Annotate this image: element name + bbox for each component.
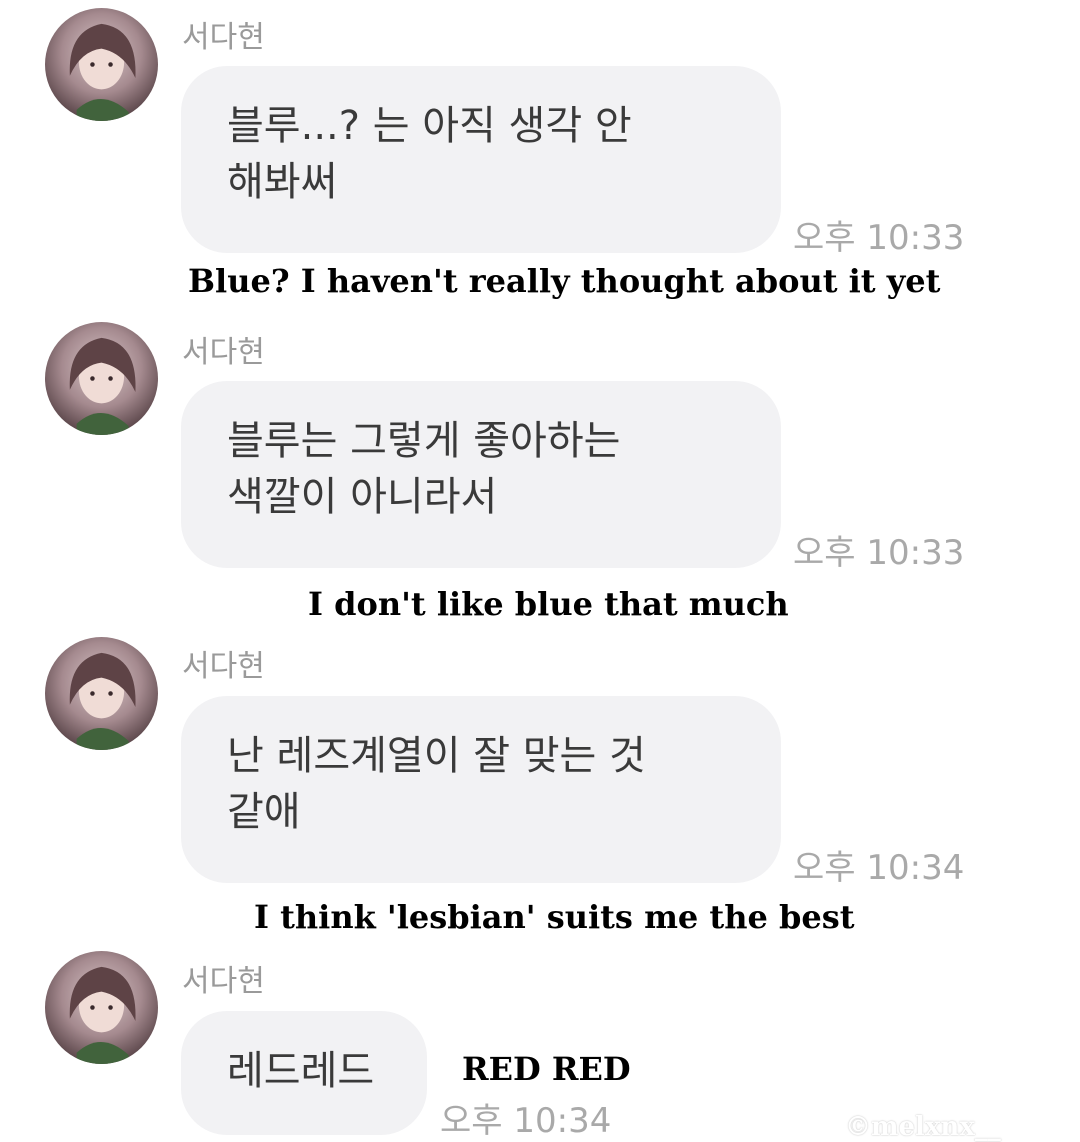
- avatar[interactable]: [45, 637, 158, 750]
- translation-caption: I think 'lesbian' suits me the best: [254, 898, 855, 936]
- message-line: 난 레즈계열이 잘 맞는 것: [227, 733, 646, 779]
- sender-name: 서다현: [182, 20, 265, 55]
- message-bubble[interactable]: 레드레드: [181, 1011, 427, 1135]
- translation-caption: I don't like blue that much: [308, 585, 789, 623]
- profile-photo-icon: [69, 23, 136, 121]
- message-line: 레드레드: [227, 1048, 375, 1094]
- translation-caption: RED RED: [462, 1050, 631, 1088]
- message-bubble[interactable]: 블루...? 는 아직 생각 안 해봐써: [181, 66, 781, 253]
- message-timestamp: 오후 10:34: [793, 848, 965, 888]
- watermark: ©melxnx__: [845, 1112, 1001, 1142]
- profile-photo-icon: [69, 966, 136, 1064]
- translation-caption: Blue? I haven't really thought about it …: [188, 262, 941, 300]
- message-timestamp: 오후 10:33: [793, 533, 965, 573]
- avatar[interactable]: [45, 8, 158, 121]
- message-line: 블루는 그렇게 좋아하는: [227, 418, 621, 464]
- message-bubble[interactable]: 블루는 그렇게 좋아하는 색깔이 아니라서: [181, 381, 781, 568]
- message-timestamp: 오후 10:34: [440, 1101, 612, 1141]
- message-bubble[interactable]: 난 레즈계열이 잘 맞는 것 같애: [181, 696, 781, 883]
- avatar[interactable]: [45, 951, 158, 1064]
- sender-name: 서다현: [182, 964, 265, 999]
- message-line: 같애: [227, 789, 301, 835]
- sender-name: 서다현: [182, 335, 265, 370]
- profile-photo-icon: [69, 337, 136, 435]
- profile-photo-icon: [69, 652, 136, 750]
- message-line: 색깔이 아니라서: [227, 474, 498, 520]
- message-line: 블루...? 는 아직 생각 안: [227, 103, 632, 149]
- sender-name: 서다현: [182, 649, 265, 684]
- message-line: 해봐써: [227, 159, 338, 205]
- avatar[interactable]: [45, 322, 158, 435]
- message-timestamp: 오후 10:33: [793, 218, 965, 258]
